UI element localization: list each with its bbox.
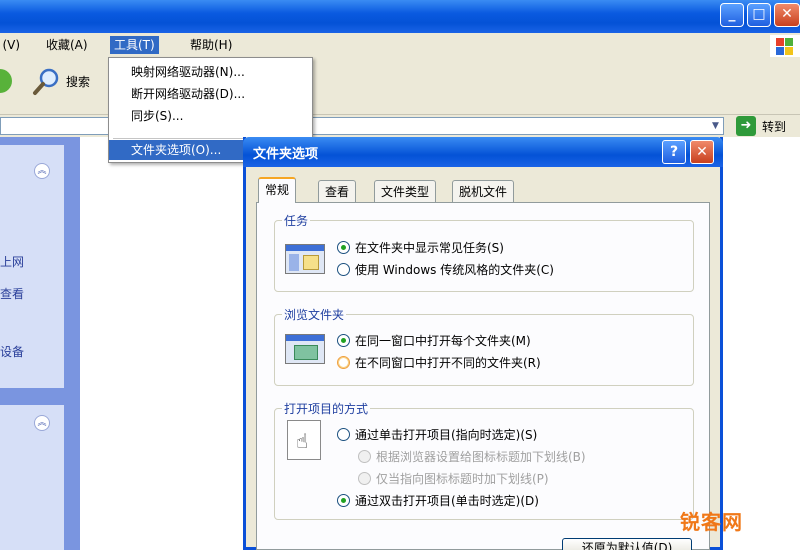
- chevron-down-icon[interactable]: ▼: [708, 118, 723, 134]
- radio-separate-window[interactable]: [337, 356, 350, 369]
- forward-arrow-icon[interactable]: [0, 69, 12, 93]
- option-same-window[interactable]: 在同一窗口中打开每个文件夹(M): [355, 332, 531, 349]
- menu-item-map-drive[interactable]: 映射网络驱动器(N)...: [109, 62, 312, 82]
- task-view-preview-icon: [285, 244, 325, 274]
- group-label-click-items: 打开项目的方式: [282, 400, 371, 417]
- menu-favorites[interactable]: 收藏(A): [42, 36, 92, 54]
- window-title-bar: _ □ ✕: [0, 0, 800, 33]
- tasks-group: [274, 220, 694, 292]
- option-single-click[interactable]: 通过单击打开项目(指向时选定)(S): [355, 426, 537, 443]
- minimize-button[interactable]: _: [720, 3, 744, 27]
- go-arrow-icon[interactable]: ➜: [736, 116, 756, 136]
- menu-item-disconnect-drive[interactable]: 断开网络驱动器(D)...: [109, 84, 312, 104]
- task-link[interactable]: 设备: [0, 343, 24, 360]
- radio-classic-folders[interactable]: [337, 263, 350, 276]
- menu-item-synchronize[interactable]: 同步(S)...: [109, 106, 312, 126]
- browse-preview-icon: [285, 334, 325, 364]
- close-button[interactable]: ✕: [774, 3, 800, 27]
- option-separate-window[interactable]: 在不同窗口中打开不同的文件夹(R): [355, 354, 541, 371]
- group-label-tasks: 任务: [282, 212, 311, 229]
- watermark-logo: 锐客网: [680, 510, 743, 534]
- task-pane-section: ︽: [0, 405, 64, 550]
- option-underline-browser[interactable]: 根据浏览器设置给图标标题加下划线(B): [376, 448, 586, 465]
- task-link[interactable]: 查看: [0, 285, 24, 302]
- radio-single-click[interactable]: [337, 428, 350, 441]
- group-label-browse-folders: 浏览文件夹: [282, 306, 347, 323]
- menu-bar: ) (V) 收藏(A) 工具(T) 帮助(H): [0, 33, 800, 57]
- radio-show-common-tasks[interactable]: [337, 241, 350, 254]
- option-underline-point[interactable]: 仅当指向图标标题时加下划线(P): [376, 470, 549, 487]
- tab-offline-files[interactable]: 脱机文件: [452, 180, 515, 202]
- task-link[interactable]: 上网: [0, 253, 24, 270]
- help-button[interactable]: ?: [662, 140, 686, 164]
- maximize-button[interactable]: □: [747, 3, 771, 27]
- collapse-chevron-icon[interactable]: ︽: [34, 163, 50, 179]
- radio-underline-point[interactable]: [358, 472, 371, 485]
- menu-view[interactable]: ) (V): [0, 36, 24, 54]
- go-button-label[interactable]: 转到: [762, 118, 786, 135]
- task-pane-section: ︽ 上网 查看 设备: [0, 145, 64, 388]
- browse-folders-group: [274, 314, 694, 386]
- dialog-title: 文件夹选项: [253, 147, 319, 162]
- search-icon[interactable]: [32, 67, 62, 97]
- search-button-label[interactable]: 搜索: [66, 73, 90, 90]
- radio-same-window[interactable]: [337, 334, 350, 347]
- option-show-common-tasks[interactable]: 在文件夹中显示常见任务(S): [355, 239, 504, 256]
- collapse-chevron-icon[interactable]: ︽: [34, 415, 50, 431]
- restore-defaults-button[interactable]: 还原为默认值(D): [562, 538, 692, 550]
- tab-view[interactable]: 查看: [318, 180, 357, 202]
- option-classic-folders[interactable]: 使用 Windows 传统风格的文件夹(C): [355, 261, 554, 278]
- windows-logo-icon: [770, 35, 800, 57]
- dialog-close-button[interactable]: ✕: [690, 140, 714, 164]
- dialog-title-bar: 文件夹选项 ? ✕: [243, 137, 723, 167]
- option-double-click[interactable]: 通过双击打开项目(单击时选定)(D): [355, 492, 539, 509]
- tab-general[interactable]: 常规: [258, 177, 297, 203]
- pointer-hand-icon: ☝: [287, 420, 321, 460]
- tab-file-types[interactable]: 文件类型: [374, 180, 437, 202]
- radio-double-click[interactable]: [337, 494, 350, 507]
- menu-help[interactable]: 帮助(H): [186, 36, 236, 54]
- radio-underline-browser[interactable]: [358, 450, 371, 463]
- menu-tools[interactable]: 工具(T): [110, 36, 159, 54]
